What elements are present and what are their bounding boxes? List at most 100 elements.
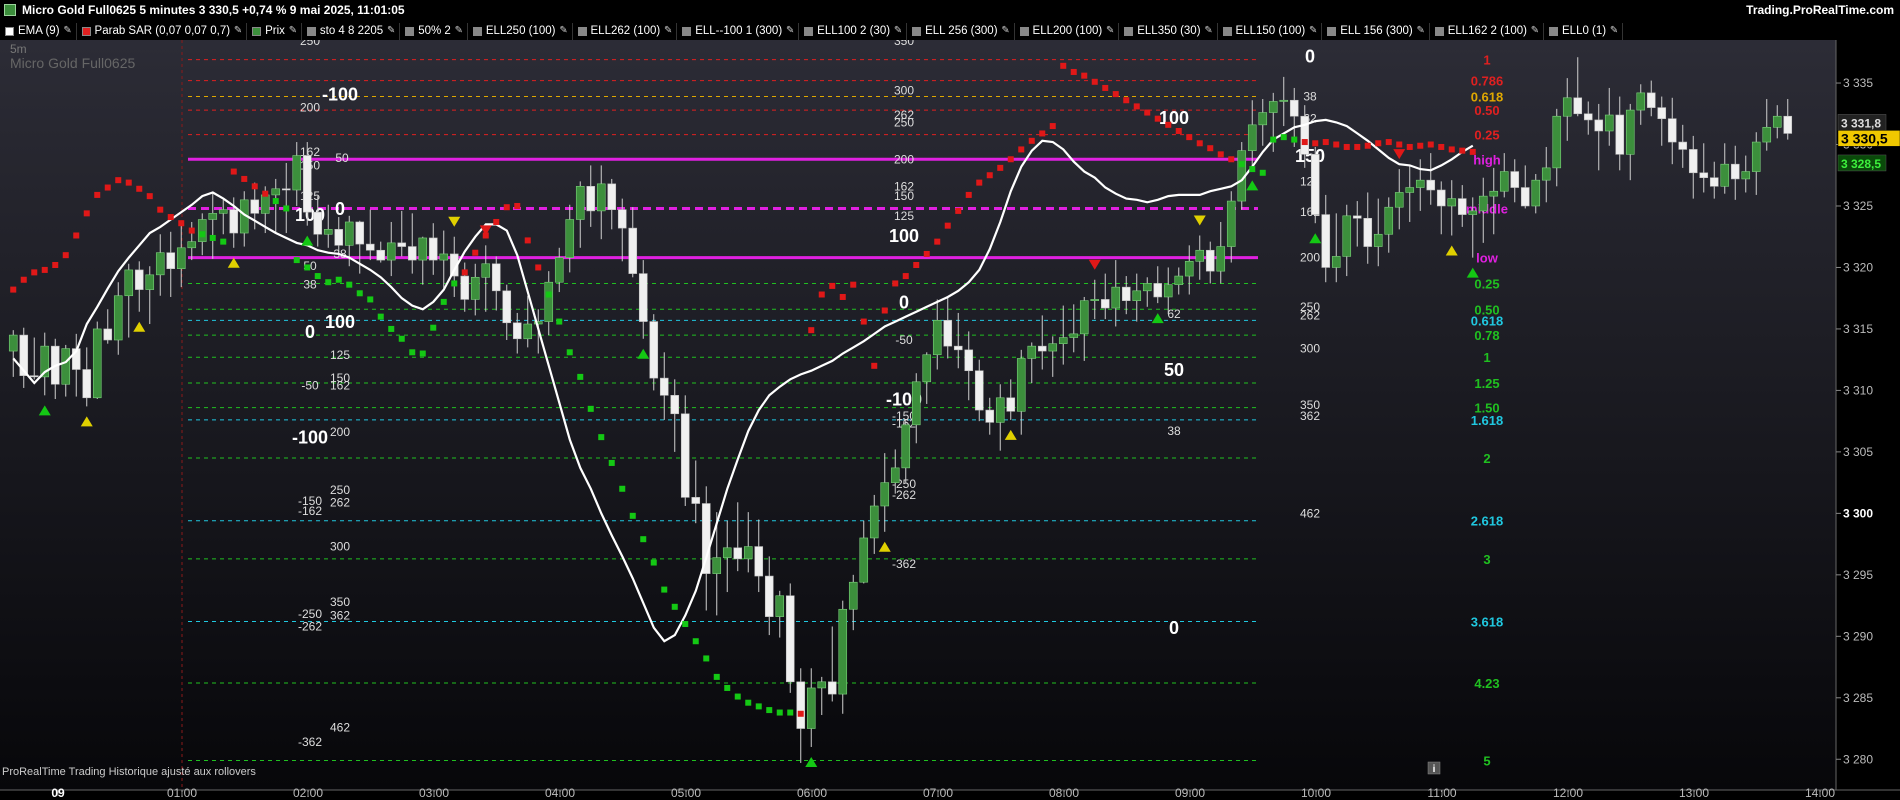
indicator-tab[interactable]: ELL150 (100) ✎ — [1221, 23, 1323, 40]
candle-up — [922, 354, 932, 383]
sar-dot — [755, 703, 762, 710]
candle-down — [607, 183, 617, 210]
edit-icon[interactable]: ✎ — [784, 25, 796, 37]
sar-dot — [1459, 147, 1466, 154]
candle-down — [1709, 177, 1719, 187]
edit-icon[interactable]: ✎ — [662, 25, 674, 37]
candle-down — [659, 377, 669, 396]
sar-dot — [1406, 143, 1413, 150]
level-annotation: -50 — [301, 378, 319, 392]
edit-icon[interactable]: ✎ — [1104, 25, 1116, 37]
indicator-color-swatch — [804, 27, 814, 36]
level-annotation: 350 — [330, 595, 350, 609]
candle-down — [1594, 119, 1604, 132]
sar-dot — [62, 252, 69, 259]
edit-icon[interactable]: ✎ — [232, 25, 244, 37]
indicator-label: ELL100 2 (30) — [817, 25, 891, 37]
level-annotation: 62 — [1167, 307, 1181, 321]
price-chart[interactable]: 5mMicro Gold Full0625 1 0.786 0.618 0.50 0.25… — [0, 40, 1900, 800]
sar-dot — [251, 183, 258, 190]
candle-down — [1289, 99, 1299, 117]
candle-up — [470, 276, 480, 300]
indicator-tab[interactable]: ELL 256 (300) ✎ — [910, 23, 1015, 40]
indicator-color-swatch — [252, 27, 262, 36]
time-tick-label: 09 — [51, 786, 65, 800]
edit-icon[interactable]: ✎ — [1000, 25, 1012, 37]
sar-dot — [556, 318, 563, 325]
sar-dot — [125, 179, 132, 186]
sar-dot — [461, 269, 468, 276]
brand-label[interactable]: Trading.ProRealTime.com — [1746, 3, 1894, 17]
current-price-label: 3 331,8 — [1841, 116, 1881, 130]
edit-icon[interactable]: ✎ — [453, 25, 465, 37]
candle-down — [1300, 115, 1310, 155]
footer-note: ProRealTime Trading Historique ajusté au… — [2, 766, 256, 778]
indicator-tab[interactable]: ELL--100 1 (300) ✎ — [680, 23, 800, 40]
sar-dot — [997, 164, 1004, 171]
indicator-tab[interactable]: ELL350 (30) ✎ — [1122, 23, 1218, 40]
level-annotation: -362 — [892, 557, 916, 571]
candle-up — [712, 557, 722, 574]
sar-dot — [619, 485, 626, 492]
sar-dot — [934, 238, 941, 245]
indicator-tab[interactable]: Prix ✎ — [250, 23, 302, 40]
level-annotation: 38 — [1167, 424, 1181, 438]
candle-up — [292, 155, 302, 191]
level-annotation: 250 — [894, 115, 914, 129]
candle-up — [8, 334, 18, 352]
candle-up — [1216, 246, 1226, 272]
candle-up — [1027, 345, 1037, 359]
sar-dot — [1427, 141, 1434, 148]
candle-down — [617, 209, 627, 229]
sar-dot — [1270, 136, 1277, 143]
candle-up — [1531, 179, 1541, 207]
sar-dot — [1196, 140, 1203, 147]
indicator-tab[interactable]: ELL0 (1) ✎ — [1547, 23, 1624, 40]
edit-icon[interactable]: ✎ — [1415, 25, 1427, 37]
sar-dot — [1091, 78, 1098, 85]
sar-dot — [734, 693, 741, 700]
sar-dot — [1102, 84, 1109, 91]
edit-icon[interactable]: ✎ — [1608, 25, 1620, 37]
level-annotation: -162 — [298, 504, 322, 518]
candle-up — [271, 188, 281, 196]
candle-up — [1552, 115, 1562, 169]
sar-dot — [10, 286, 17, 293]
candle-down — [313, 211, 323, 235]
fib-level-label: 0.25 — [1474, 128, 1499, 143]
indicator-tab[interactable]: sto 4 8 2205 ✎ — [305, 23, 401, 40]
candle-up — [565, 219, 575, 258]
edit-icon[interactable]: ✎ — [62, 25, 74, 37]
edit-icon[interactable]: ✎ — [892, 25, 904, 37]
candle-down — [1646, 92, 1656, 108]
sar-dot — [902, 273, 909, 280]
candle-up — [1562, 97, 1572, 117]
edit-icon[interactable]: ✎ — [1307, 25, 1319, 37]
edit-icon[interactable]: ✎ — [287, 25, 299, 37]
indicator-tab[interactable]: Parab SAR (0,07 0,07 0,7) ✎ — [80, 23, 248, 40]
sar-dot — [587, 405, 594, 412]
indicator-tab[interactable]: 50% 2 ✎ — [403, 23, 468, 40]
indicator-tab[interactable]: ELL162 2 (100) ✎ — [1433, 23, 1544, 40]
indicator-label: Parab SAR (0,07 0,07 0,7) — [94, 25, 231, 37]
candle-up — [1373, 233, 1383, 247]
edit-icon[interactable]: ✎ — [1203, 25, 1215, 37]
indicator-tab[interactable]: ELL100 2 (30) ✎ — [802, 23, 908, 40]
candle-up — [1342, 215, 1352, 257]
candle-up — [901, 424, 911, 469]
indicator-tab[interactable]: EMA (9) ✎ — [3, 23, 77, 40]
indicator-tab[interactable]: ELL262 (100) ✎ — [576, 23, 678, 40]
edit-icon[interactable]: ✎ — [385, 25, 397, 37]
indicator-tab[interactable]: ELL 156 (300) ✎ — [1325, 23, 1430, 40]
candle-up — [1541, 167, 1551, 181]
edit-icon[interactable]: ✎ — [1529, 25, 1541, 37]
edit-icon[interactable]: ✎ — [558, 25, 570, 37]
indicator-tab[interactable]: ELL250 (100) ✎ — [471, 23, 573, 40]
indicator-tab[interactable]: ELL200 (100) ✎ — [1018, 23, 1120, 40]
candle-up — [1069, 333, 1079, 338]
candle-up — [1384, 206, 1394, 235]
candle-down — [1426, 179, 1436, 191]
candle-down — [365, 243, 375, 251]
level-annotation: 0 — [1169, 618, 1179, 638]
candle-down — [691, 497, 701, 504]
